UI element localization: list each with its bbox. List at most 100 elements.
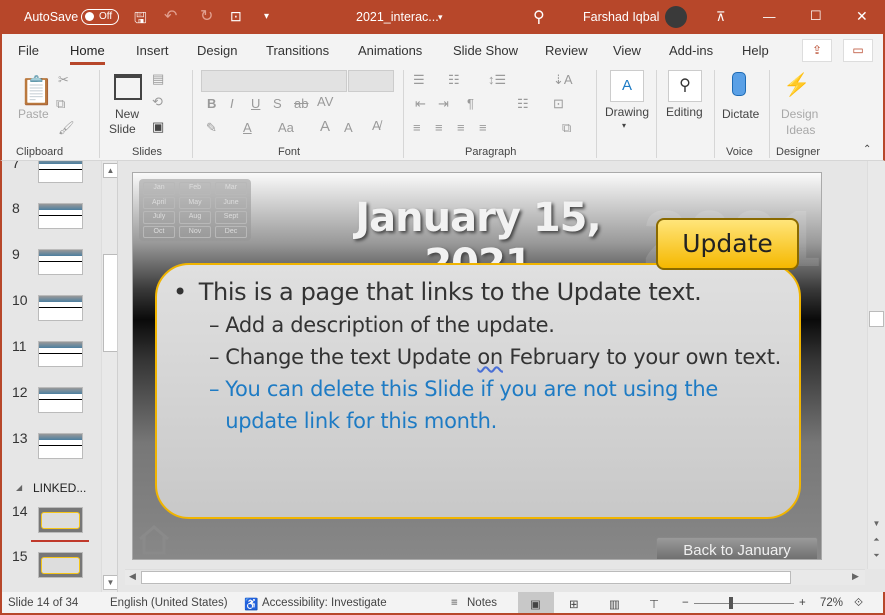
slide-thumbnail-14[interactable] — [38, 507, 83, 533]
slideshow-icon[interactable]: ⊤ — [649, 597, 659, 611]
copy-icon[interactable]: ⧉ — [56, 96, 65, 112]
user-name[interactable]: Farshad Iqbal — [583, 10, 659, 24]
collapse-ribbon-icon[interactable]: ⌃ — [863, 144, 871, 155]
minimize-icon[interactable]: — — [763, 10, 776, 24]
maximize-icon[interactable]: ☐ — [810, 8, 822, 24]
change-case-icon[interactable]: Aa — [278, 120, 294, 135]
month-link-apr[interactable]: April — [143, 196, 175, 209]
previous-slide-icon[interactable]: ⏶ — [869, 533, 884, 548]
autosave-toggle[interactable]: Off — [81, 9, 119, 25]
font-name-dropdown[interactable] — [201, 70, 347, 92]
slide-thumbnail-10[interactable] — [38, 295, 83, 321]
paste-button[interactable]: Paste — [18, 107, 49, 121]
customize-qat-icon[interactable]: ▾ — [264, 11, 269, 22]
editor-vertical-scrollbar[interactable]: ▼ ⏶ ⏷ — [867, 161, 885, 569]
month-link-jan[interactable]: Jan — [143, 182, 175, 195]
dictate-button[interactable]: Dictate — [722, 107, 759, 121]
section-icon[interactable]: ▣ — [152, 119, 164, 135]
avatar[interactable] — [665, 6, 687, 28]
redo-icon[interactable]: ↻ — [200, 6, 213, 26]
slide-thumbnail-11[interactable] — [38, 341, 83, 367]
tab-animations[interactable]: Animations — [358, 43, 422, 58]
scroll-thumb[interactable] — [141, 571, 791, 584]
bullets-icon[interactable]: ☰ — [413, 72, 425, 88]
increase-indent-icon[interactable]: ⇥ — [438, 96, 449, 112]
zoom-level[interactable]: 72% — [820, 597, 843, 609]
microphone-icon[interactable] — [732, 72, 746, 96]
tab-slide-show[interactable]: Slide Show — [453, 43, 518, 58]
drawing-chevron-icon[interactable]: ▾ — [622, 121, 626, 130]
section-header[interactable]: LINKED... — [33, 481, 86, 495]
slide-thumbnail-8[interactable] — [38, 203, 83, 229]
underline-icon[interactable]: U — [251, 96, 260, 111]
fit-to-window-icon[interactable]: ⟐ — [854, 597, 863, 610]
strikethrough-icon[interactable]: ab — [294, 96, 308, 111]
back-to-january-button[interactable]: Back to January — [656, 537, 818, 559]
format-painter-icon[interactable]: 🖌 — [58, 120, 75, 136]
shadow-icon[interactable]: S — [273, 96, 282, 111]
accessibility-icon[interactable]: ♿ — [244, 597, 258, 611]
new-slide-label[interactable]: New — [115, 107, 139, 121]
scroll-down-icon[interactable]: ▼ — [869, 517, 884, 532]
notes-button[interactable]: Notes — [467, 597, 497, 609]
tab-home[interactable]: Home — [70, 43, 105, 65]
slide-thumbnail-13[interactable] — [38, 433, 83, 459]
month-link-sep[interactable]: Sept — [215, 211, 247, 224]
accessibility-status[interactable]: Accessibility: Investigate — [262, 597, 387, 609]
share-icon[interactable]: ⇪ — [802, 39, 832, 62]
section-collapse-icon[interactable]: ◢ — [16, 483, 22, 492]
tab-transitions[interactable]: Transitions — [266, 43, 329, 58]
design-ideas-icon[interactable]: ⚡ — [783, 72, 810, 98]
slide-thumbnail-9[interactable] — [38, 249, 83, 275]
tab-file[interactable]: File — [18, 43, 39, 58]
scroll-left-icon[interactable]: ◀ — [129, 571, 136, 582]
normal-view-icon[interactable]: ▣ — [530, 597, 541, 611]
next-slide-icon[interactable]: ⏷ — [869, 549, 884, 564]
italic-icon[interactable]: I — [230, 96, 234, 111]
text-direction-icon[interactable]: ⇣A — [553, 72, 573, 88]
tab-view[interactable]: View — [613, 43, 641, 58]
undo-icon[interactable]: ↶ — [164, 6, 177, 26]
zoom-in-icon[interactable]: + — [799, 597, 806, 609]
slide-sorter-icon[interactable]: ⊞ — [569, 597, 579, 611]
numbering-icon[interactable]: ☷ — [448, 72, 460, 88]
justify-icon[interactable]: ≡ — [479, 120, 487, 135]
search-icon[interactable]: ⚲ — [533, 7, 545, 27]
cut-icon[interactable]: ✂ — [58, 72, 69, 88]
month-link-jul[interactable]: July — [143, 211, 175, 224]
scroll-down-icon[interactable]: ▼ — [103, 575, 117, 590]
month-link-jun[interactable]: June — [215, 196, 247, 209]
month-link-aug[interactable]: Aug — [179, 211, 211, 224]
scroll-thumb[interactable] — [103, 254, 117, 352]
tab-insert[interactable]: Insert — [136, 43, 169, 58]
close-icon[interactable]: ✕ — [856, 8, 868, 25]
editor-horizontal-scrollbar[interactable]: ◀ ▶ — [125, 569, 865, 585]
drawing-icon[interactable]: A — [610, 70, 644, 102]
slide-thumbnail-12[interactable] — [38, 387, 83, 413]
notes-icon[interactable]: ≡ — [451, 597, 458, 609]
new-slide-label-2[interactable]: Slide — [109, 122, 136, 136]
scroll-thumb[interactable] — [869, 311, 884, 327]
paste-icon[interactable]: 📋 — [19, 74, 54, 107]
month-link-nov[interactable]: Nov — [179, 225, 211, 238]
month-link-feb[interactable]: Feb — [179, 182, 211, 195]
increase-font-icon[interactable]: A — [320, 118, 330, 135]
center-icon[interactable]: ≡ — [435, 120, 443, 135]
update-button[interactable]: Update — [656, 218, 799, 270]
language[interactable]: English (United States) — [110, 597, 228, 609]
slide-thumbnail-7[interactable] — [38, 161, 83, 183]
tab-help[interactable]: Help — [742, 43, 769, 58]
zoom-out-icon[interactable]: − — [682, 597, 689, 609]
ltr-icon[interactable]: ¶ — [467, 96, 474, 111]
zoom-slider-thumb[interactable] — [729, 597, 733, 609]
decrease-font-icon[interactable]: A — [344, 120, 353, 135]
scroll-right-icon[interactable]: ▶ — [852, 571, 859, 582]
font-size-dropdown[interactable] — [348, 70, 394, 92]
editing-icon[interactable]: ⚲ — [668, 70, 702, 102]
design-ideas-button-2[interactable]: Ideas — [786, 123, 815, 137]
tab-design[interactable]: Design — [197, 43, 237, 58]
thumbnails-scrollbar[interactable]: ▲ ▼ — [101, 161, 117, 592]
slide-canvas[interactable]: 2021 Jan Feb Mar April May June July Aug… — [132, 172, 822, 560]
present-icon[interactable]: ⊡ — [230, 8, 242, 25]
ribbon-display-icon[interactable]: ⊼ — [716, 9, 726, 25]
